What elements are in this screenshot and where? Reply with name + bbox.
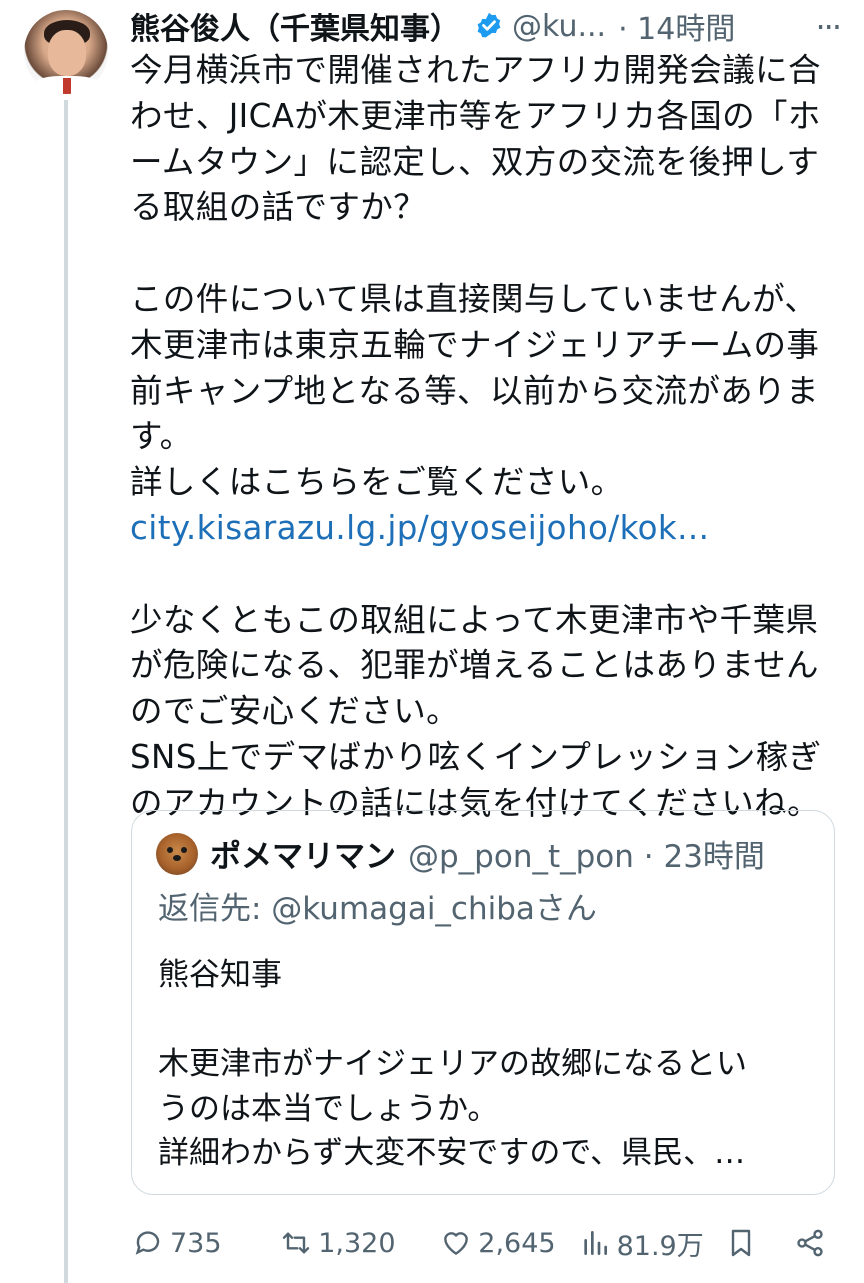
quote-reply-to: 返信先: @kumagai_chibaさん (158, 891, 597, 927)
verified-badge-icon (474, 11, 504, 41)
quoted-tweet[interactable]: ポメマリマン @p_pon_t_pon · 23時間 返信先: @kumagai… (131, 810, 835, 1195)
views-button[interactable]: 81.9万 (579, 1224, 725, 1263)
action-bar: 735 1,320 2,645 81.9万 (132, 1218, 832, 1268)
tweet-time[interactable]: · 14時間 (618, 4, 735, 48)
thread-line (64, 100, 68, 1283)
quote-handle-time[interactable]: @p_pon_t_pon · 23時間 (408, 831, 765, 876)
tweet-link[interactable]: city.kisarazu.lg.jp/gyoseijoho/kok... (130, 509, 709, 547)
quote-author-name[interactable]: ポメマリマン (210, 831, 396, 876)
author-handle[interactable]: @ku... (512, 9, 606, 44)
dog-nose (173, 855, 181, 861)
like-icon (444, 1232, 469, 1255)
author-avatar[interactable] (24, 10, 108, 94)
views-count: 81.9万 (616, 1230, 704, 1262)
share-icon (797, 1229, 823, 1257)
retweet-icon (283, 1232, 310, 1254)
tweet-text-part1: 今月横浜市で開催されたアフリカ開発会議に合 わせ、JICAが木更津市等をアフリカ… (130, 51, 821, 502)
tweet-header: 熊谷俊人（千葉県知事） @ku... · 14時間 (130, 4, 850, 48)
bookmark-icon (731, 1229, 751, 1257)
tweet-body: 今月横浜市で開催されたアフリカ開発会議に合 わせ、JICAが木更津市等をアフリカ… (130, 48, 840, 827)
avatar-face (48, 30, 86, 76)
quote-header: ポメマリマン @p_pon_t_pon · 23時間 (210, 831, 765, 875)
quote-body: 熊谷知事 木更津市がナイジェリアの故郷になるとい うのは本当でしょうか。 詳細わ… (158, 957, 747, 1171)
retweet-count: 1,320 (318, 1227, 396, 1259)
views-icon (583, 1231, 607, 1255)
quote-author-avatar[interactable] (156, 833, 198, 875)
bookmark-button[interactable] (725, 1227, 794, 1259)
share-button[interactable] (794, 1227, 832, 1259)
more-icon[interactable]: ··· (815, 8, 841, 46)
like-button[interactable]: 2,645 (440, 1227, 578, 1259)
dog-eye-right (181, 847, 187, 853)
reply-count: 735 (170, 1227, 222, 1259)
dog-eye-left (167, 847, 173, 853)
reply-icon (135, 1231, 160, 1255)
avatar-tie (63, 78, 71, 94)
tweet-text-part2: 少なくともこの取組によって木更津市や千葉県 が危険になる、犯罪が増えることはあり… (130, 600, 822, 822)
like-count: 2,645 (478, 1227, 556, 1259)
retweet-button[interactable]: 1,320 (280, 1227, 440, 1259)
author-name[interactable]: 熊谷俊人（千葉県知事） (130, 4, 460, 48)
reply-button[interactable]: 735 (132, 1227, 280, 1259)
